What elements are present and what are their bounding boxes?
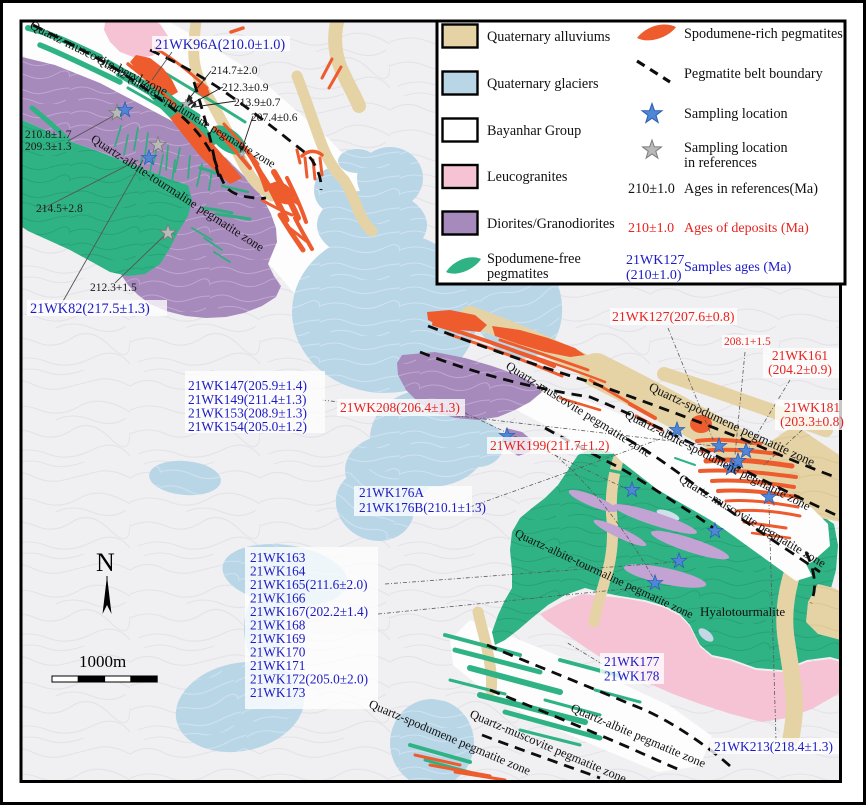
svg-text:209.3±1.3: 209.3±1.3 [25,141,72,153]
svg-text:208.1+1.5: 208.1+1.5 [724,336,771,348]
svg-text:Spodumene-rich pegmatites: Spodumene-rich pegmatites [684,26,843,42]
svg-text:210±1.0: 210±1.0 [628,221,674,236]
svg-text:21WK177: 21WK177 [604,654,660,669]
svg-text:21WK213(218.4±1.3): 21WK213(218.4±1.3) [714,739,833,754]
svg-text:210.8±1.7: 210.8±1.7 [25,129,72,141]
svg-text:Hyalotourmalite: Hyalotourmalite [700,604,785,619]
svg-text:21WK96A(210.0±1.0): 21WK96A(210.0±1.0) [155,37,285,53]
svg-text:21WK127: 21WK127 [626,253,684,268]
svg-text:Leucogranites: Leucogranites [487,169,568,185]
svg-text:214.7±2.0: 214.7±2.0 [211,65,258,77]
svg-text:N: N [96,548,115,577]
svg-text:21WK127(207.6±0.8): 21WK127(207.6±0.8) [612,309,735,325]
svg-text:in references: in references [684,155,757,171]
svg-text:Bayanhar Group: Bayanhar Group [487,123,581,139]
svg-text:pegmatites: pegmatites [487,266,549,282]
svg-text:21WK178: 21WK178 [604,669,660,684]
svg-text:Diorites/Granodiorites: Diorites/Granodiorites [487,216,615,232]
svg-text:21WK82(217.5±1.3): 21WK82(217.5±1.3) [30,301,150,317]
svg-text:212.3±0.9: 212.3±0.9 [222,82,269,94]
svg-text:1000m: 1000m [79,652,126,671]
svg-text:Samples ages (Ma): Samples ages (Ma) [684,260,792,275]
svg-text:21WK176B(210.1±1.3): 21WK176B(210.1±1.3) [359,500,486,515]
svg-text:Spodumene-free: Spodumene-free [487,251,581,267]
svg-text:21WK154(205.0±1.2): 21WK154(205.0±1.2) [188,419,307,434]
svg-text:Quaternary alluviums: Quaternary alluviums [487,29,611,45]
svg-text:(210±1.0): (210±1.0) [626,268,682,283]
svg-text:21WK181: 21WK181 [784,400,840,415]
svg-text:213.9±0.7: 213.9±0.7 [234,97,281,109]
svg-text:Ages of deposits (Ma): Ages of deposits (Ma) [684,221,809,236]
svg-text:21WK208(206.4±1.3): 21WK208(206.4±1.3) [340,400,460,415]
svg-text:21WK161: 21WK161 [772,348,828,363]
svg-text:21WK147(205.9±1.4): 21WK147(205.9±1.4) [188,378,307,393]
svg-text:212.3+1.5: 212.3+1.5 [90,282,137,294]
svg-text:214.5+2.8: 214.5+2.8 [36,203,83,215]
svg-text:(204.2±0.9): (204.2±0.9) [768,362,832,377]
svg-text:(203.3±0.8): (203.3±0.8) [780,414,844,429]
svg-text:207.4±0.6: 207.4±0.6 [251,112,298,124]
svg-text:210±1.0: 210±1.0 [628,181,675,197]
svg-text:Quaternary glaciers: Quaternary glaciers [487,76,599,92]
svg-text:Ages in references(Ma): Ages in references(Ma) [684,181,818,197]
svg-text:21WK199(211.7±1.2): 21WK199(211.7±1.2) [490,438,609,453]
svg-text:Sampling location: Sampling location [684,140,788,156]
svg-text:21WK173: 21WK173 [250,685,306,700]
svg-text:Pegmatite belt boundary: Pegmatite belt boundary [684,66,824,82]
svg-text:21WK176A: 21WK176A [359,485,424,500]
svg-text:Sampling location: Sampling location [684,106,788,122]
